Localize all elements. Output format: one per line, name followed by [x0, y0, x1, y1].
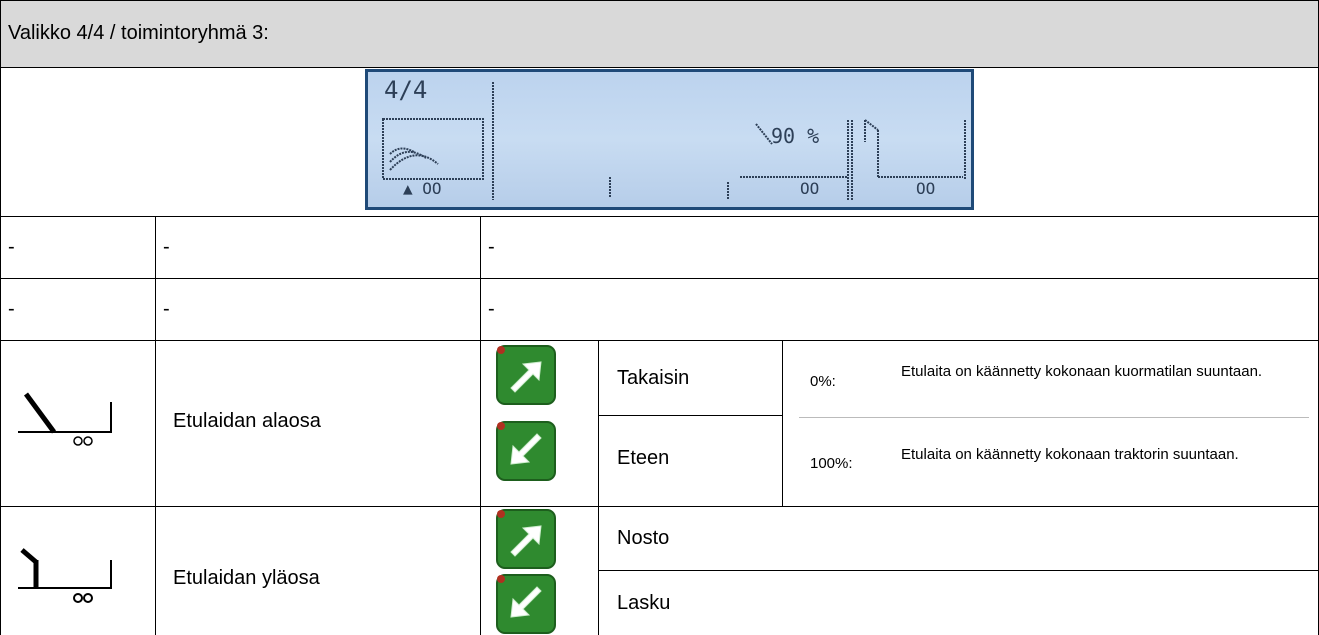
arrow-down-left-button-2[interactable] [495, 573, 557, 635]
front-lower-down-label: Eteen [617, 447, 670, 469]
arrow-down-left-button[interactable] [495, 420, 557, 482]
lcd-page-indicator: 4/4 [384, 76, 428, 104]
row2-col2: - [163, 298, 170, 320]
front-upper-name: Etulaidan yläosa [173, 567, 320, 589]
arrow-up-right-button-2[interactable] [495, 508, 557, 570]
note1-text: Etulaita on käännetty kokonaan kuormatil… [901, 363, 1263, 380]
lcd-wheels-3: OO [916, 179, 936, 198]
front-lower-up-label: Takaisin [617, 367, 690, 389]
lcd-wheels-2: OO [800, 179, 820, 198]
row1-col3: - [488, 236, 495, 258]
front-wall-upper-icon [18, 548, 112, 603]
row1-col1: - [8, 236, 15, 258]
note1-percent: 0%: [810, 373, 836, 390]
lcd-graphics [382, 82, 966, 200]
note2-percent: 100%: [810, 455, 853, 472]
front-lower-name: Etulaidan alaosa [173, 410, 321, 432]
lcd-percent: 90 % [771, 124, 820, 148]
row2-col3: - [488, 298, 495, 320]
row1-col2: - [163, 236, 170, 258]
front-wall-lower-icon [18, 392, 112, 446]
lcd-wheels-1: ▲ OO [403, 179, 442, 198]
lcd-display: 4/4 90 % ▲ OO OO OO [365, 69, 974, 210]
page-title: Valikko 4/4 / toimintoryhmä 3: [8, 22, 269, 44]
row2-col1: - [8, 298, 15, 320]
front-upper-down-label: Lasku [617, 592, 671, 614]
front-upper-up-label: Nosto [617, 527, 670, 549]
note2-text: Etulaita on käännetty kokonaan traktorin… [901, 446, 1239, 463]
arrow-up-right-button[interactable] [495, 344, 557, 406]
